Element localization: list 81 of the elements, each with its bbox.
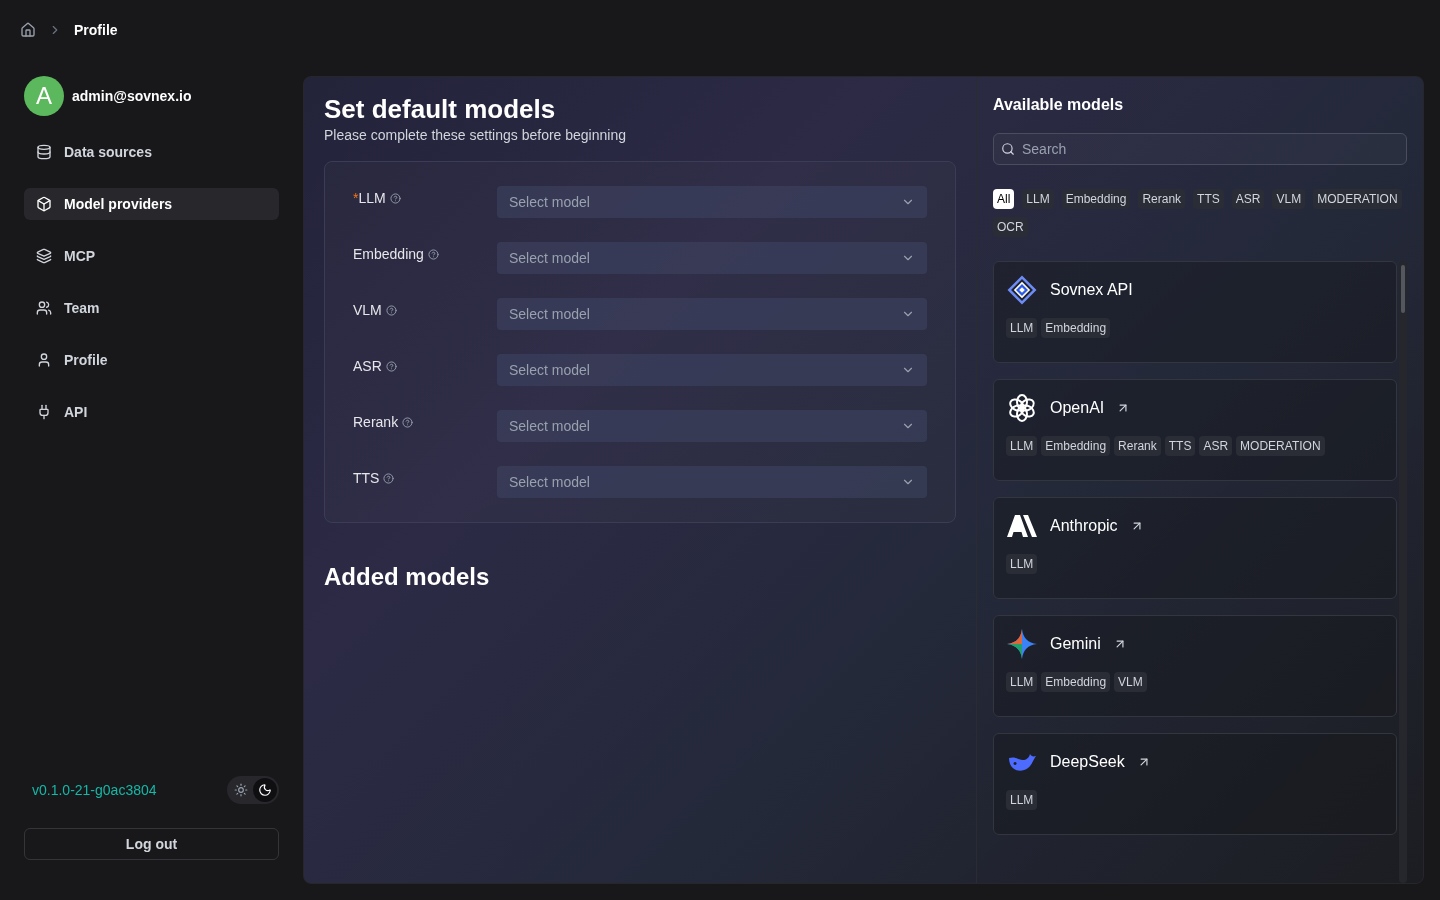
sidebar-item[interactable]: Data sources	[24, 136, 279, 168]
logout-button[interactable]: Log out	[24, 828, 279, 860]
help-icon[interactable]	[385, 360, 397, 372]
model-select[interactable]: Select model	[497, 410, 927, 442]
provider-name: Anthropic	[1050, 516, 1118, 536]
model-select[interactable]: Select model	[497, 354, 927, 386]
model-tag: VLM	[1114, 672, 1147, 692]
model-select[interactable]: Select model	[497, 298, 927, 330]
model-tag: ASR	[1199, 436, 1233, 456]
provider-card[interactable]: Gemini LLM Embedding VLM	[993, 615, 1397, 717]
model-tag: Embedding	[1041, 436, 1111, 456]
panel-title: Available models	[993, 95, 1125, 115]
cube-icon	[36, 196, 52, 212]
search-icon	[1001, 142, 1015, 156]
help-icon[interactable]	[383, 472, 395, 484]
user-icon	[36, 352, 52, 368]
model-tag: LLM	[1006, 672, 1038, 692]
section-title: Set default models	[324, 93, 557, 125]
provider-name: DeepSeek	[1050, 752, 1125, 772]
diamond-icon	[1006, 274, 1038, 306]
sidebar-item[interactable]: MCP	[24, 240, 279, 272]
model-tag: LLM	[1006, 790, 1038, 810]
field-label: Embedding	[353, 245, 424, 264]
sparkle-icon	[1006, 628, 1038, 660]
breadcrumb-current: Profile	[74, 21, 118, 40]
filter-tag[interactable]: VLM	[1272, 189, 1306, 209]
provider-card[interactable]: Sovnex API LLM Embedding	[993, 261, 1397, 363]
filter-tag[interactable]: OCR	[993, 217, 1028, 237]
provider-name: Gemini	[1050, 634, 1101, 654]
layers-icon	[36, 248, 52, 264]
users-icon	[36, 300, 52, 316]
model-tag: Rerank	[1114, 436, 1161, 456]
theme-toggle[interactable]	[227, 776, 279, 804]
help-icon[interactable]	[385, 304, 397, 316]
filter-tag[interactable]: Embedding	[1061, 189, 1131, 209]
filter-tag[interactable]: All	[993, 189, 1015, 209]
avatar: A	[24, 76, 64, 116]
provider-card[interactable]: Anthropic LLM	[993, 497, 1397, 599]
field-label: VLM	[353, 301, 382, 320]
version-text: v0.1.0-21-g0ac3804	[32, 781, 157, 800]
filter-tag[interactable]: LLM	[1022, 189, 1054, 209]
help-icon[interactable]	[402, 416, 414, 428]
sun-icon[interactable]	[234, 783, 248, 797]
provider-name: Sovnex API	[1050, 280, 1133, 300]
field-label: *LLM	[353, 189, 386, 208]
search-field[interactable]: Search	[993, 133, 1407, 165]
filter-tag[interactable]: TTS	[1193, 189, 1224, 209]
help-icon[interactable]	[389, 192, 401, 204]
model-tag: Embedding	[1041, 672, 1111, 692]
model-tag: LLM	[1006, 436, 1038, 456]
user-email: admin@sovnex.io	[72, 87, 192, 106]
moon-icon[interactable]	[258, 783, 272, 797]
model-tag: MODERATION	[1236, 436, 1325, 456]
model-tag: LLM	[1006, 318, 1038, 338]
knot-icon	[1006, 392, 1038, 424]
provider-name: OpenAI	[1050, 398, 1105, 418]
database-icon	[36, 144, 52, 160]
filter-tag[interactable]: Rerank	[1138, 189, 1186, 209]
scrollbar[interactable]	[1399, 261, 1407, 883]
model-tag: Embedding	[1041, 318, 1111, 338]
field-label: TTS	[353, 469, 380, 488]
model-tag: TTS	[1164, 436, 1196, 456]
field-label: Rerank	[353, 413, 399, 432]
section-subtitle: Please complete these settings before beginning	[324, 126, 627, 145]
section-title: Added models	[324, 562, 491, 592]
provider-card[interactable]: DeepSeek LLM	[993, 733, 1397, 835]
provider-card[interactable]: OpenAI LLM Embedding Rerank TTS ASR MODERATION	[993, 379, 1397, 481]
home-icon[interactable]	[20, 22, 36, 38]
sidebar-item[interactable]: Profile	[24, 344, 279, 376]
model-tag: LLM	[1006, 554, 1038, 574]
model-select[interactable]: Select model	[497, 466, 927, 498]
field-label: ASR	[353, 357, 382, 376]
sidebar-item[interactable]: Team	[24, 292, 279, 324]
plug-icon	[36, 404, 52, 420]
filter-tag[interactable]: MODERATION	[1313, 189, 1402, 209]
sidebar-item[interactable]: Model providers	[24, 188, 279, 220]
model-select[interactable]: Select model	[497, 242, 927, 274]
sidebar-item[interactable]: API	[24, 396, 279, 428]
help-icon[interactable]	[427, 248, 439, 260]
model-select[interactable]: Select model	[497, 186, 927, 218]
filter-tag[interactable]: ASR	[1231, 189, 1265, 209]
